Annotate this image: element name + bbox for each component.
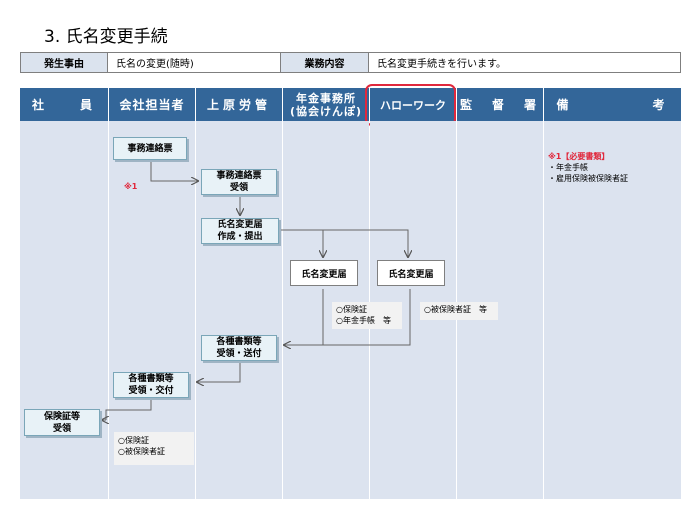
employee-receive-box: 保険証等 受領: [24, 409, 100, 436]
create-submit-line2: 作成・提出: [217, 232, 263, 242]
create-submit-box: 氏名変更届 作成・提出: [201, 218, 279, 244]
contact-receive-line2: 受領: [229, 183, 248, 193]
contact-note-label: 事務連絡票: [127, 143, 173, 154]
contact-receive-line1: 事務連絡票: [216, 171, 262, 181]
pension-note-line1: ○保険証: [336, 305, 367, 314]
marker-note: ※1: [124, 182, 138, 191]
create-submit-line1: 氏名変更届: [217, 220, 263, 230]
pension-doc: 氏名変更届: [290, 260, 358, 286]
hellowork-note: ○被保険者証 等: [420, 302, 498, 320]
employee-receive-line1: 保険証等: [43, 411, 80, 422]
employee-note-line2: ○被保険者証: [118, 447, 165, 456]
docs-deliver-line1: 各種書類等: [128, 374, 174, 384]
remarks-item2: ・雇用保険被保険者証: [548, 174, 628, 183]
employee-note-line1: ○保険証: [118, 436, 149, 445]
pension-note: ○保険証 ○年金手帳 等: [332, 302, 402, 329]
docs-send-line1: 各種書類等: [216, 337, 262, 347]
employee-receive-line2: 受領: [52, 423, 71, 434]
hellowork-doc: 氏名変更届: [377, 260, 445, 286]
employee-note: ○保険証 ○被保険者証: [114, 432, 194, 465]
remarks-heading: ※1【必要書類】: [548, 152, 610, 161]
docs-send-line2: 受領・送付: [216, 349, 262, 359]
contact-receive-box: 事務連絡票 受領: [201, 169, 277, 195]
remarks-block: ※1【必要書類】 ・年金手帳 ・雇用保険被保険者証: [548, 151, 678, 184]
contact-note-box: 事務連絡票: [113, 137, 187, 160]
docs-deliver-box: 各種書類等 受領・交付: [113, 372, 189, 398]
remarks-item1: ・年金手帳: [548, 163, 588, 172]
pension-note-line2: ○年金手帳 等: [336, 316, 391, 325]
docs-deliver-line2: 受領・交付: [128, 386, 174, 396]
docs-send-box: 各種書類等 受領・送付: [201, 335, 277, 361]
